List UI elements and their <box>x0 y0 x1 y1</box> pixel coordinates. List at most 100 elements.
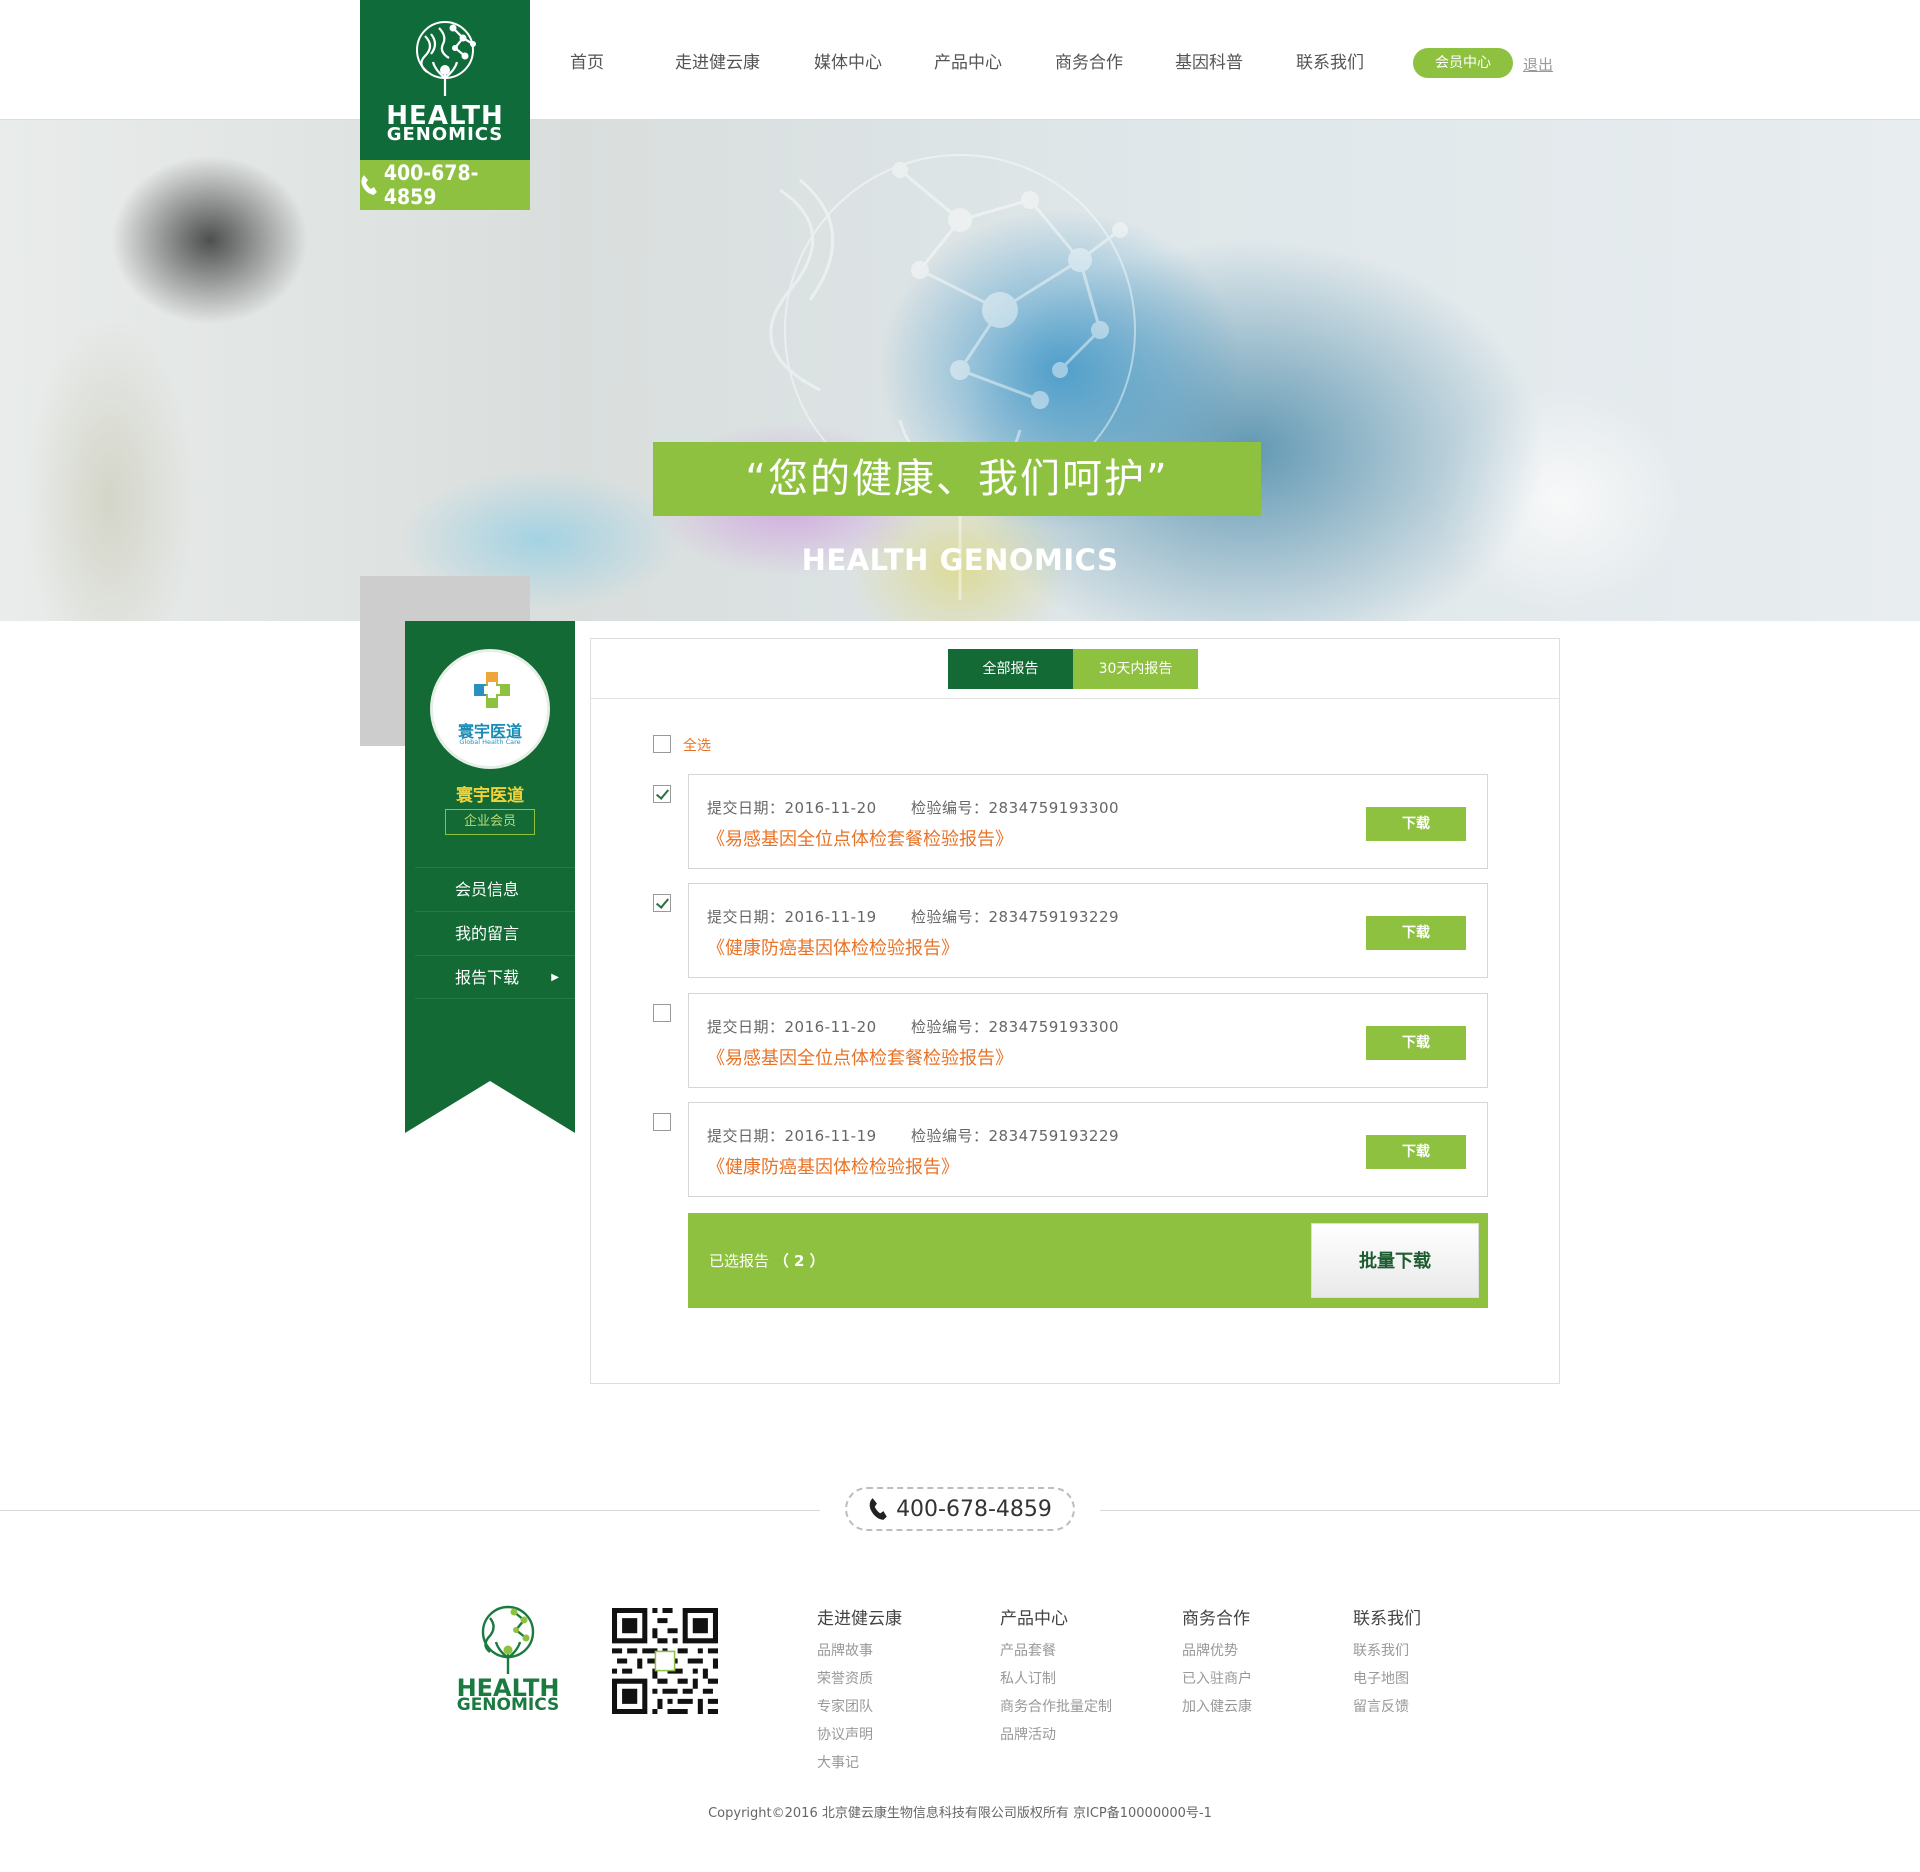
sidebar-item-my-messages[interactable]: 我的留言 <box>415 911 575 955</box>
qr-code-icon <box>612 1608 718 1714</box>
report-date: 提交日期：2016-11-20 <box>707 799 877 817</box>
report-number: 检验编号：2834759193229 <box>911 908 1120 926</box>
footer-link[interactable]: 已入驻商户 <box>1182 1665 1252 1693</box>
logout-link[interactable]: 退出 <box>1523 54 1553 75</box>
selected-reports-text: 已选报告 （ 2 ） <box>709 1250 825 1271</box>
report-title[interactable]: 《易感基因全位点体检套餐检验报告》 <box>707 825 1013 851</box>
report-item-4: 提交日期：2016-11-19 检验编号：2834759193229 《健康防癌… <box>688 1102 1488 1197</box>
report-date: 提交日期：2016-11-19 <box>707 1127 877 1145</box>
selection-bar: 已选报告 （ 2 ） 批量下载 <box>688 1213 1488 1308</box>
footer-link[interactable]: 产品套餐 <box>1000 1637 1112 1665</box>
download-button[interactable]: 下载 <box>1366 807 1466 841</box>
report-checkbox-4[interactable] <box>653 1113 671 1131</box>
footer-column-title: 联系我们 <box>1353 1609 1421 1629</box>
footer-link[interactable]: 加入健云康 <box>1182 1693 1252 1721</box>
phone-icon <box>869 1498 887 1520</box>
banner-slogan: “您的健康、我们呵护” <box>653 442 1261 516</box>
footer-dna-tree-icon <box>481 1605 535 1674</box>
sidebar-item-label: 我的留言 <box>455 924 520 943</box>
download-button[interactable]: 下载 <box>1366 1135 1466 1169</box>
dna-network-icon <box>769 154 1136 600</box>
footer-column-business: 商务合作 品牌优势 已入驻商户 加入健云康 <box>1182 1604 1252 1721</box>
tab-30-day-reports[interactable]: 30天内报告 <box>1073 649 1198 689</box>
copyright-text: Copyright©2016 北京健云康生物信息科技有限公司版权所有 京ICP备… <box>708 1806 1212 1821</box>
report-number: 检验编号：2834759193229 <box>911 1127 1120 1145</box>
phone-icon <box>361 175 377 195</box>
footer-link[interactable]: 联系我们 <box>1353 1637 1421 1665</box>
nav-home[interactable]: 首页 <box>570 48 604 73</box>
header-phone: 400-678-4859 <box>360 160 530 210</box>
footer-phone: 400-678-4859 <box>845 1487 1075 1531</box>
sidebar-item-member-info[interactable]: 会员信息 <box>415 867 575 911</box>
nav-business[interactable]: 商务合作 <box>1055 48 1123 73</box>
report-item-3: 提交日期：2016-11-20 检验编号：2834759193300 《易感基因… <box>688 993 1488 1088</box>
nav-contact[interactable]: 联系我们 <box>1296 48 1364 73</box>
footer-link[interactable]: 品牌活动 <box>1000 1721 1112 1749</box>
footer-logo-genomics: GENOMICS <box>456 1695 560 1715</box>
selected-reports-label: 已选报告 <box>709 1252 770 1270</box>
report-tabs: 全部报告 30天内报告 <box>591 639 1559 699</box>
footer-phone-number: 400-678-4859 <box>896 1496 1052 1522</box>
company-name: 寰宇医道 <box>456 786 524 806</box>
footer-column-contact: 联系我们 联系我们 电子地图 留言反馈 <box>1353 1604 1421 1721</box>
avatar[interactable]: 寰宇医道 Global Health Care <box>430 649 550 769</box>
report-checkbox-3[interactable] <box>653 1004 671 1022</box>
selected-reports-count: （ 2 ） <box>773 1252 825 1270</box>
nav-gene-science[interactable]: 基因科普 <box>1175 48 1243 73</box>
report-number: 检验编号：2834759193300 <box>911 799 1120 817</box>
report-checkbox-1[interactable] <box>653 785 671 803</box>
report-date: 提交日期：2016-11-19 <box>707 908 877 926</box>
footer-link[interactable]: 品牌故事 <box>817 1637 902 1665</box>
avatar-english-name: Global Health Care <box>459 738 521 746</box>
report-title[interactable]: 《健康防癌基因体检检验报告》 <box>707 1153 959 1179</box>
logo-block: HEALTH GENOMICS <box>360 0 530 160</box>
report-title[interactable]: 《健康防癌基因体检检验报告》 <box>707 934 959 960</box>
select-all-label[interactable]: 全选 <box>683 735 711 755</box>
footer-column-title: 产品中心 <box>1000 1609 1068 1629</box>
member-type-badge: 企业会员 <box>445 809 535 835</box>
report-number: 检验编号：2834759193300 <box>911 1018 1120 1036</box>
report-checkbox-2[interactable] <box>653 894 671 912</box>
footer-link[interactable]: 留言反馈 <box>1353 1693 1421 1721</box>
footer-link[interactable]: 电子地图 <box>1353 1665 1421 1693</box>
footer-divider-right <box>1100 1510 1920 1511</box>
download-button[interactable]: 下载 <box>1366 916 1466 950</box>
dna-tree-icon <box>416 21 476 96</box>
footer-link[interactable]: 协议声明 <box>817 1721 902 1749</box>
hero-banner: “您的健康、我们呵护” HEALTH GENOMICS <box>0 120 1920 621</box>
footer-column-title: 走进健云康 <box>817 1609 902 1629</box>
sidebar-item-label: 报告下载 <box>455 968 520 987</box>
footer-column-title: 商务合作 <box>1182 1609 1250 1629</box>
footer-link[interactable]: 大事记 <box>817 1749 902 1777</box>
report-item-1: 提交日期：2016-11-20 检验编号：2834759193300 《易感基因… <box>688 774 1488 869</box>
footer-link[interactable]: 品牌优势 <box>1182 1637 1252 1665</box>
medical-cross-icon <box>474 672 510 708</box>
sidebar-item-report-download[interactable]: 报告下载 ▶ <box>415 955 575 999</box>
report-item-2: 提交日期：2016-11-19 检验编号：2834759193229 《健康防癌… <box>688 883 1488 978</box>
sidebar-item-label: 会员信息 <box>455 880 520 899</box>
footer-link[interactable]: 专家团队 <box>817 1693 902 1721</box>
footer-link[interactable]: 荣誉资质 <box>817 1665 902 1693</box>
report-title[interactable]: 《易感基因全位点体检套餐检验报告》 <box>707 1044 1013 1070</box>
download-button[interactable]: 下载 <box>1366 1026 1466 1060</box>
select-all-checkbox[interactable] <box>653 735 671 753</box>
banner-subtitle: HEALTH GENOMICS <box>801 543 1119 577</box>
nav-media[interactable]: 媒体中心 <box>814 48 882 73</box>
member-sidebar: 寰宇医道 Global Health Care 寰宇医道 企业会员 会员信息 我… <box>405 621 575 1133</box>
logo-genomics-text: GENOMICS <box>386 124 504 145</box>
report-date: 提交日期：2016-11-20 <box>707 1018 877 1036</box>
member-center-button[interactable]: 会员中心 <box>1413 48 1513 78</box>
site-logo[interactable]: HEALTH GENOMICS 400-678-4859 <box>360 0 530 210</box>
caret-right-icon: ▶ <box>551 972 559 983</box>
header-phone-number: 400-678-4859 <box>383 161 479 209</box>
tab-all-reports[interactable]: 全部报告 <box>948 649 1073 689</box>
footer-column-products: 产品中心 产品套餐 私人订制 商务合作批量定制 品牌活动 <box>1000 1604 1112 1749</box>
nav-about[interactable]: 走进健云康 <box>675 48 760 73</box>
footer-divider-left <box>0 1510 820 1511</box>
nav-products[interactable]: 产品中心 <box>934 48 1002 73</box>
report-panel: 全部报告 30天内报告 全选 提交日期：2016-11-20 检验编号：2834… <box>590 638 1560 1384</box>
footer-link[interactable]: 商务合作批量定制 <box>1000 1693 1112 1721</box>
footer-link[interactable]: 私人订制 <box>1000 1665 1112 1693</box>
batch-download-button[interactable]: 批量下载 <box>1311 1223 1479 1298</box>
site-header: 首页 走进健云康 媒体中心 产品中心 商务合作 基因科普 联系我们 会员中心 退… <box>0 0 1920 120</box>
